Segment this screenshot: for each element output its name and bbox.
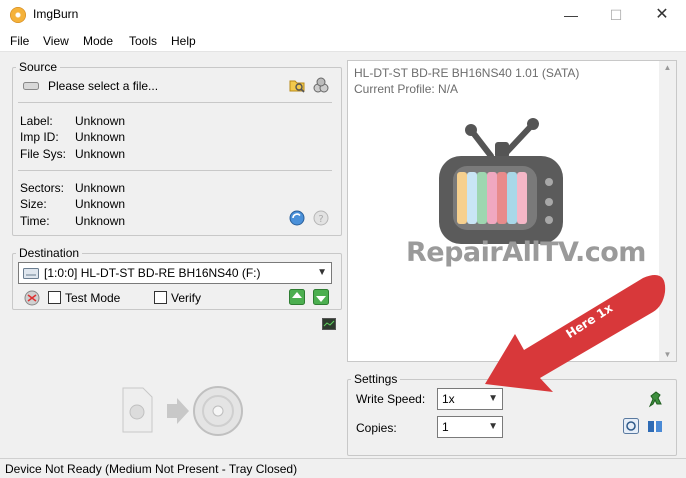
- write-speed-label: Write Speed:: [356, 392, 426, 406]
- svg-text:?: ?: [318, 214, 323, 225]
- source-file-placeholder[interactable]: Please select a file...: [48, 79, 158, 93]
- file-to-disc-graphic-icon: [122, 386, 243, 436]
- status-text: Device Not Ready (Medium Not Present - T…: [5, 462, 298, 476]
- source-separator-2: [18, 170, 332, 171]
- scroll-up-icon[interactable]: ▲: [659, 63, 676, 72]
- destination-drive-select[interactable]: [1:0:0] HL-DT-ST BD-RE BH16NS40 (F:) ▼: [18, 262, 332, 284]
- eject-tray-icon[interactable]: [289, 289, 305, 305]
- device-name-text: HL-DT-ST BD-RE BH16NS40 1.01 (SATA): [354, 66, 580, 80]
- verify-label: Verify: [171, 291, 202, 305]
- imp-id-value: Unknown: [75, 130, 126, 144]
- copies-label: Copies:: [356, 421, 397, 435]
- browse-folder-icon[interactable]: [289, 77, 305, 93]
- test-mode-checkbox[interactable]: [48, 291, 61, 304]
- status-bar: Device Not Ready (Medium Not Present - T…: [0, 458, 686, 478]
- size-key: Size:: [20, 197, 47, 211]
- menu-view[interactable]: View: [43, 34, 69, 48]
- chevron-down-icon: ▼: [488, 421, 498, 432]
- write-speed-value: 1x: [442, 392, 455, 406]
- copies-value: 1: [442, 420, 449, 434]
- book-help-icon[interactable]: [647, 418, 663, 434]
- tv-logo-icon: [439, 118, 563, 244]
- destination-drive-value: [1:0:0] HL-DT-ST BD-RE BH16NS40 (F:): [44, 266, 261, 280]
- menu-mode[interactable]: Mode: [83, 34, 113, 48]
- refresh-info-icon[interactable]: [289, 210, 305, 226]
- destination-legend: Destination: [19, 246, 80, 260]
- current-profile-text: Current Profile: N/A: [354, 82, 459, 96]
- file-sys-value: Unknown: [75, 147, 126, 161]
- copies-select[interactable]: 1 ▼: [437, 416, 503, 438]
- optical-drive-icon: [23, 268, 39, 279]
- menu-bar: File View Mode Tools Help: [0, 30, 686, 52]
- log-window-icon[interactable]: [322, 318, 336, 330]
- source-legend: Source: [19, 60, 58, 74]
- disc-image-file-icon: [23, 82, 39, 90]
- browse-network-icon[interactable]: [313, 77, 329, 93]
- menu-file[interactable]: File: [10, 34, 29, 48]
- time-value: Unknown: [75, 214, 126, 228]
- test-mode-label: Test Mode: [65, 291, 121, 305]
- verify-checkbox[interactable]: [154, 291, 167, 304]
- sectors-key: Sectors:: [20, 181, 65, 195]
- label-key: Label:: [20, 114, 53, 128]
- minimize-button[interactable]: —: [548, 0, 594, 30]
- maximize-button[interactable]: ☐: [593, 0, 639, 30]
- source-separator-1: [18, 102, 332, 103]
- menu-help[interactable]: Help: [171, 34, 196, 48]
- imgburn-app-icon: [10, 7, 26, 23]
- chevron-down-icon: ▼: [317, 267, 327, 278]
- label-value: Unknown: [75, 114, 126, 128]
- menu-tools[interactable]: Tools: [129, 34, 157, 48]
- calculate-icon[interactable]: ?: [313, 210, 329, 226]
- title-bar: ImgBurn — ☐ ✕: [0, 0, 686, 30]
- imp-id-key: Imp ID:: [20, 130, 59, 144]
- close-button[interactable]: ✕: [639, 0, 685, 30]
- file-sys-key: File Sys:: [20, 147, 67, 161]
- settings-legend: Settings: [354, 372, 398, 386]
- settings-calculator-icon[interactable]: [623, 418, 639, 434]
- close-tray-icon[interactable]: [313, 289, 329, 305]
- size-value: Unknown: [75, 197, 126, 211]
- erase-disc-icon[interactable]: [24, 290, 40, 306]
- time-key: Time:: [20, 214, 50, 228]
- window-title: ImgBurn: [33, 7, 79, 21]
- tv-color-bars: [457, 172, 527, 224]
- sectors-value: Unknown: [75, 181, 126, 195]
